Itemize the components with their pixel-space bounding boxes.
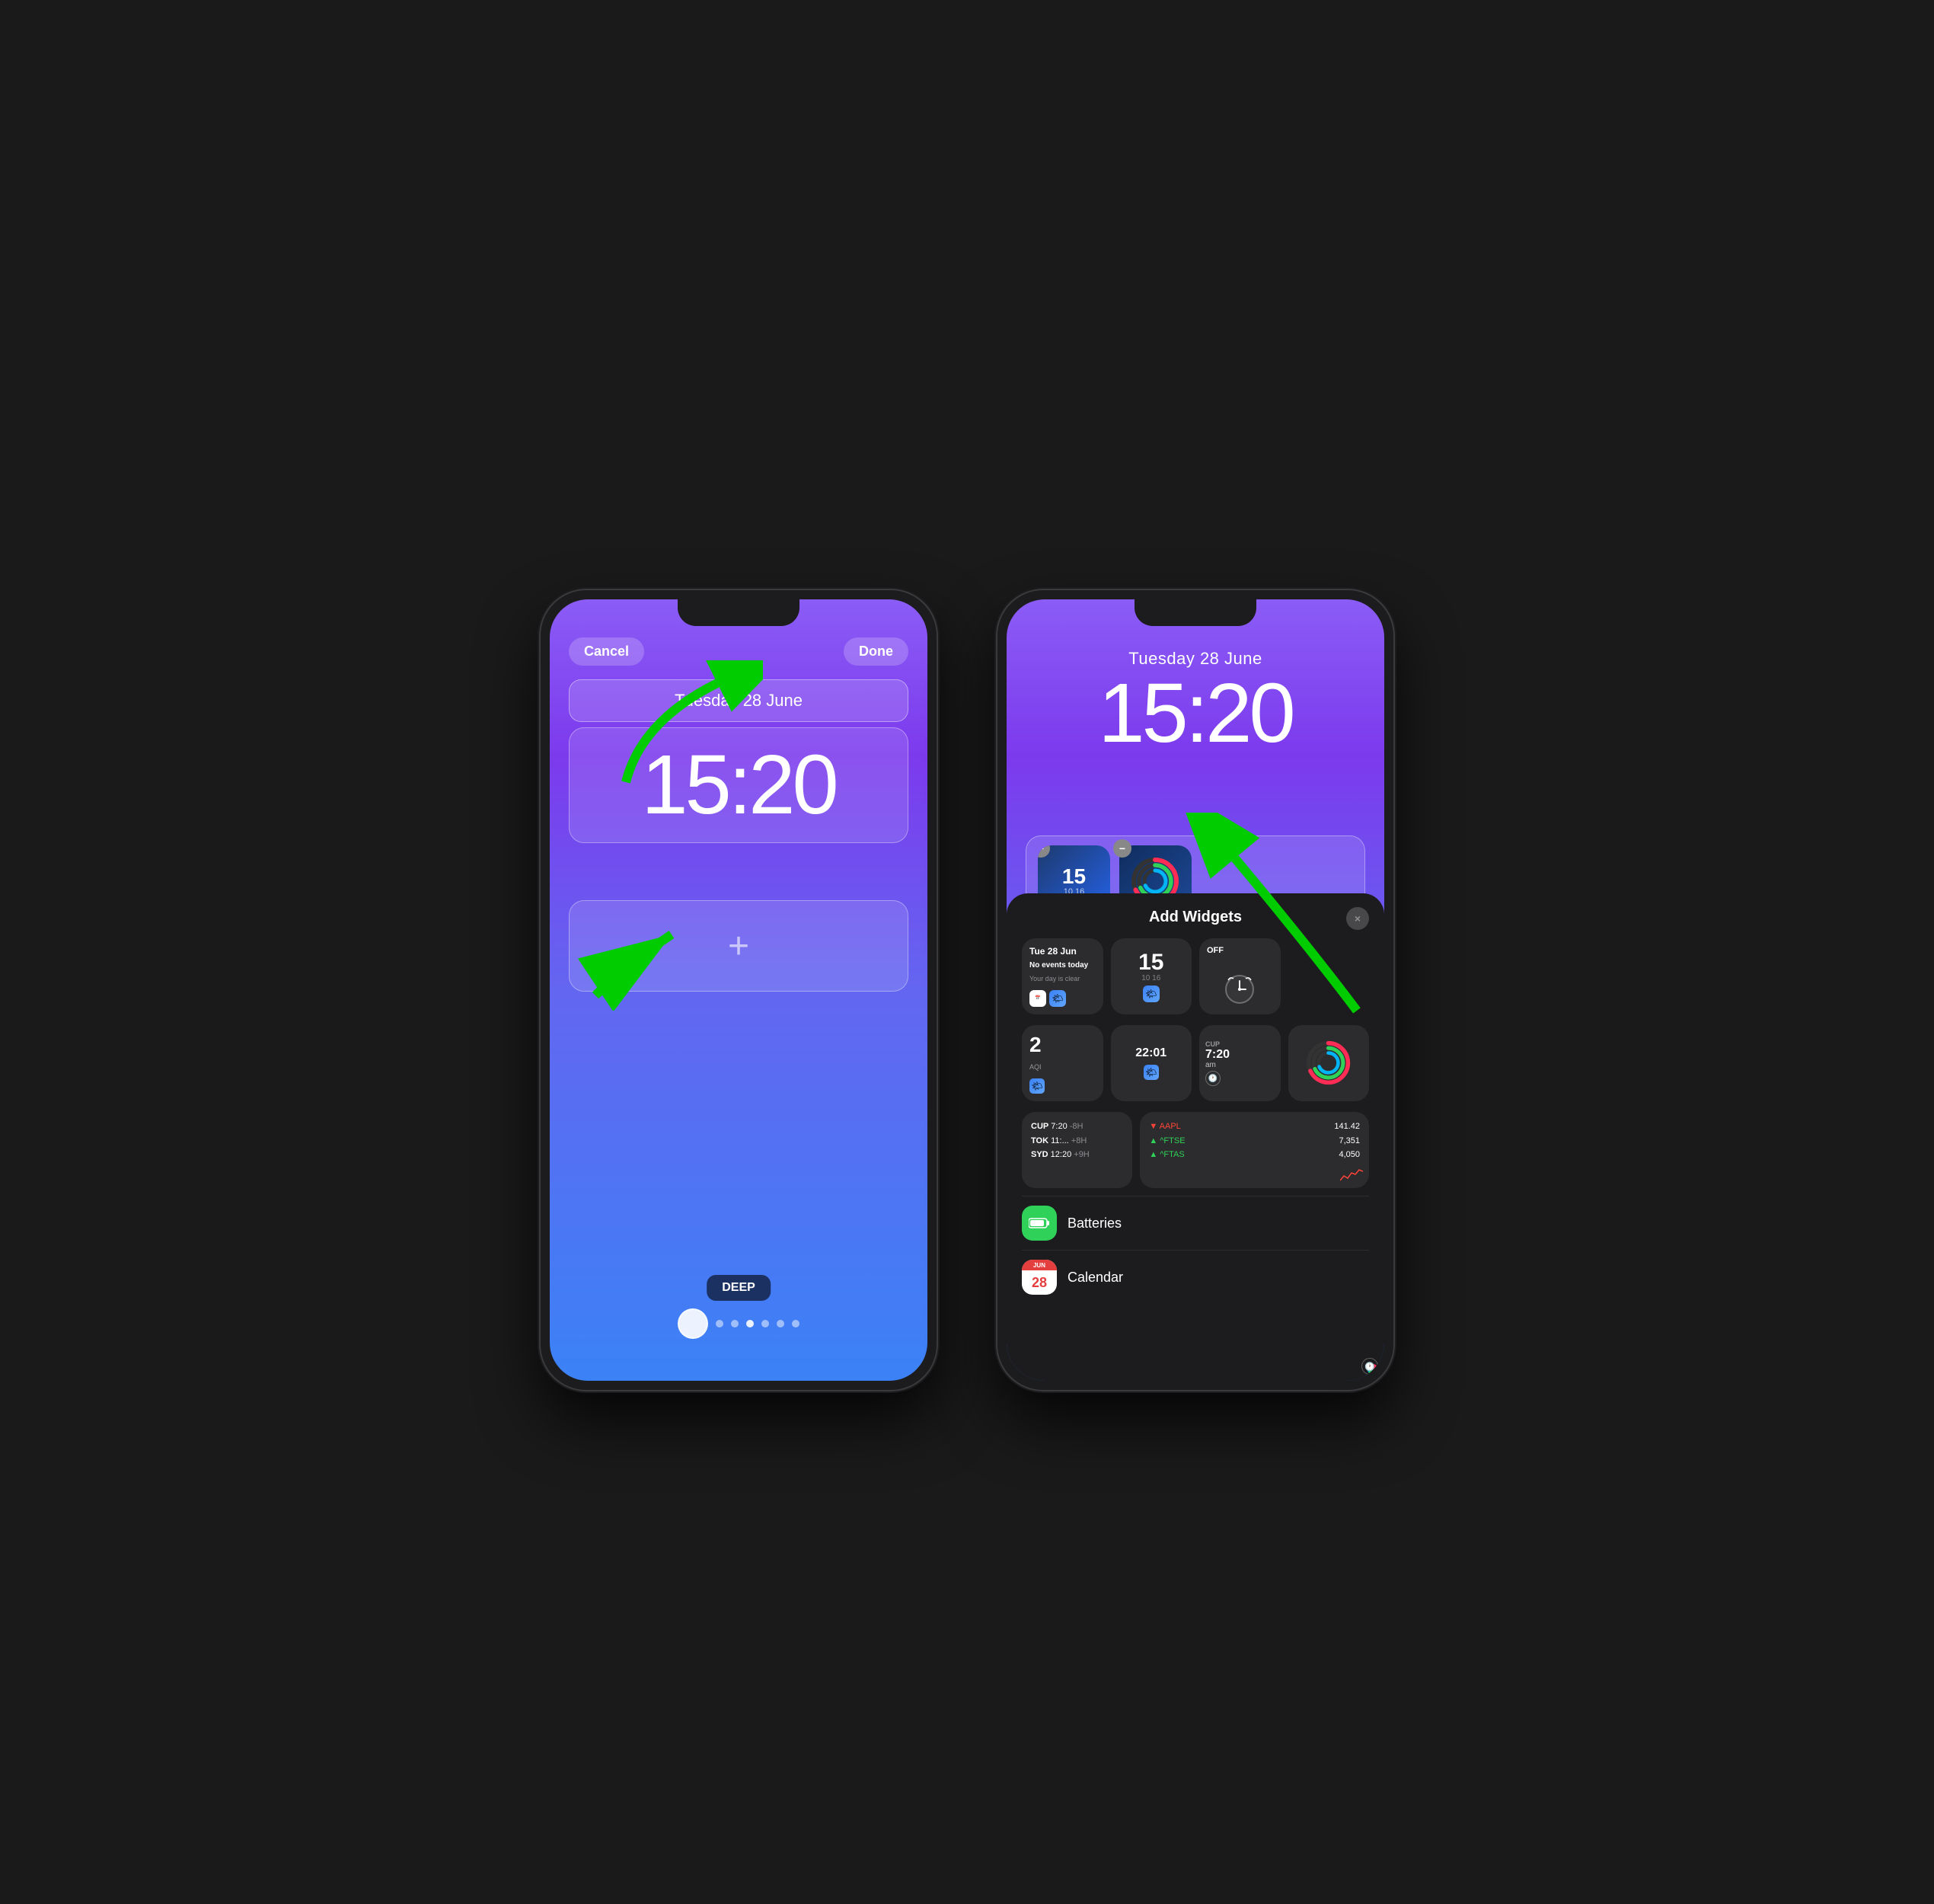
time-box[interactable]: 15:20 (569, 727, 908, 843)
alarm-clock-face (1221, 969, 1259, 1007)
cal-body: 28 (1032, 1270, 1047, 1295)
phone2-time: 15:20 (1007, 672, 1384, 756)
calendar-icon: JUN 28 (1022, 1260, 1057, 1295)
time-display: 15:20 (585, 743, 892, 827)
phone2-screen: Tuesday 28 June 15:20 − 15 10 16 (1007, 599, 1384, 1381)
done-button[interactable]: Done (844, 637, 908, 666)
panel-title: Add Widgets (1149, 909, 1242, 926)
panel-header: Add Widgets × (1022, 909, 1369, 926)
calendar-label: Calendar (1068, 1270, 1123, 1286)
dot-2 (731, 1320, 739, 1327)
aqi-widget-card[interactable]: 2 AQI 🌤 (1022, 1025, 1103, 1101)
weather-app-icon: 🌤 (1049, 990, 1066, 1007)
dot-3 (746, 1320, 754, 1327)
cal-header: JUN (1022, 1260, 1057, 1270)
add-widgets-panel: Add Widgets × Tue 28 Jun No events today… (1007, 893, 1384, 1381)
worldclock-cities: CUP 7:20 -8H TOK 11:... +8H SYD 12:20 +9… (1031, 1120, 1123, 1162)
worldclock-globe-icon: 🕐 (1361, 1358, 1378, 1375)
batteries-label: Batteries (1068, 1216, 1122, 1232)
battery-svg (1029, 1217, 1050, 1229)
stocks-widget[interactable]: ▼ AAPL ▲ ^FTSE ▲ ^FTAS 141.42 7,351 4,05… (1140, 1112, 1369, 1188)
clock-icons: 🌤 (1143, 986, 1160, 1002)
worldclock-icon: 🌤 (1144, 1065, 1159, 1080)
widget-add-box[interactable]: + (569, 900, 908, 992)
remove-clock-widget[interactable]: − (1038, 845, 1050, 858)
add-widget-icon: + (728, 925, 749, 967)
app-list: Batteries JUN 28 Calendar (1022, 1196, 1369, 1304)
widgets-grid-row2: 2 AQI 🌤 22:01 🌤 CUP 7:20 (1022, 1025, 1369, 1101)
stocks-names: ▼ AAPL ▲ ^FTSE ▲ ^FTAS (1149, 1120, 1185, 1162)
cup-widget-card[interactable]: CUP 7:20 am 🕐 (1199, 1025, 1281, 1101)
page-dots (678, 1308, 799, 1339)
cup-clock-icon: 🕐 (1205, 1071, 1221, 1086)
phone-1: Cancel Done Tuesday 28 June 15:20 + (541, 590, 937, 1390)
cup-label: CUP (1205, 1040, 1275, 1048)
activity-widget-card[interactable] (1288, 1025, 1370, 1101)
clock-number-widget[interactable]: 15 10 16 🌤 (1111, 938, 1192, 1014)
worldclock-stocks-widget[interactable]: CUP 7:20 -8H TOK 11:... +8H SYD 12:20 +9… (1022, 1112, 1132, 1188)
weather-icon3: 🌤 (1029, 1078, 1045, 1094)
cup-ampm: am (1205, 1061, 1275, 1069)
dot-1 (716, 1320, 723, 1327)
weather-icon2: 🌤 (1143, 986, 1160, 1002)
phone1-screen: Cancel Done Tuesday 28 June 15:20 + (550, 599, 927, 1381)
cal-clear: Your day is clear (1029, 975, 1096, 982)
clock-large-num: 15 (1138, 951, 1163, 974)
notch-2 (1135, 599, 1256, 626)
clock-number: 15 (1062, 866, 1086, 887)
alarm-widget-card[interactable]: OFF (1199, 938, 1281, 1014)
dot-6 (792, 1320, 799, 1327)
cal-no-events: No events today (1029, 961, 1096, 970)
close-button[interactable]: × (1346, 907, 1369, 930)
date-text: Tuesday 28 June (675, 691, 803, 710)
dot-5 (777, 1320, 784, 1327)
calendar-app-icon: 📅 (1029, 990, 1046, 1007)
notch-1 (678, 599, 799, 626)
clock-large-sub: 10 16 (1141, 974, 1160, 982)
alarm-off-label: OFF (1207, 946, 1224, 955)
calendar-app-item[interactable]: JUN 28 Calendar (1022, 1250, 1369, 1304)
widgets-grid-row1: Tue 28 Jun No events today Your day is c… (1022, 938, 1369, 1014)
stocks-content: ▼ AAPL ▲ ^FTSE ▲ ^FTAS 141.42 7,351 4,05… (1149, 1120, 1360, 1162)
batteries-icon (1022, 1206, 1057, 1241)
stocks-values: 141.42 7,351 4,050 (1334, 1120, 1360, 1162)
remove-activity-widget[interactable]: − (1113, 839, 1131, 858)
aqi-label: AQI (1029, 1063, 1096, 1071)
cancel-button[interactable]: Cancel (569, 637, 644, 666)
stocks-row: CUP 7:20 -8H TOK 11:... +8H SYD 12:20 +9… (1022, 1112, 1369, 1188)
aqi-value: 2 (1029, 1033, 1096, 1057)
calendar-widget-card[interactable]: Tue 28 Jun No events today Your day is c… (1022, 938, 1103, 1014)
worldclock-time: 22:01 (1135, 1046, 1166, 1060)
dot-4 (761, 1320, 769, 1327)
cup-time: 7:20 (1205, 1048, 1275, 1062)
cal-date: Tue 28 Jun (1029, 946, 1096, 957)
date-box[interactable]: Tuesday 28 June (569, 679, 908, 722)
wallpaper-label: DEEP (707, 1275, 771, 1301)
cal-icons: 📅 🌤 (1029, 990, 1096, 1007)
dot-selected (678, 1308, 708, 1339)
activity-rings-card (1306, 1040, 1352, 1086)
worldclock-widget-card[interactable]: 22:01 🌤 (1111, 1025, 1192, 1101)
batteries-app-item[interactable]: Batteries (1022, 1196, 1369, 1250)
stocks-chart-icon (1340, 1167, 1363, 1182)
phone-2: Tuesday 28 June 15:20 − 15 10 16 (997, 590, 1393, 1390)
